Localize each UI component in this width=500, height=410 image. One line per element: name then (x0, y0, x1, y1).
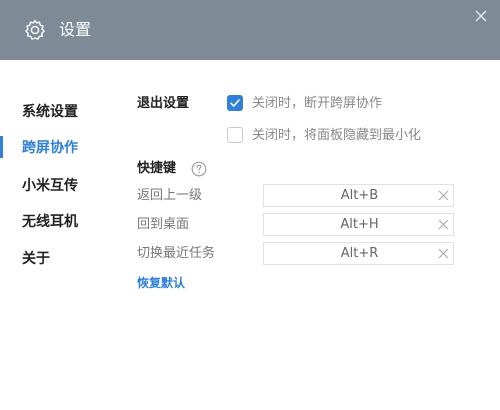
clear-icon[interactable] (438, 219, 449, 230)
question-circle-icon[interactable] (191, 161, 207, 177)
sidebar-item-mi-share[interactable]: 小米互传 (22, 176, 78, 196)
shortcut-home-label: 回到桌面 (137, 217, 190, 232)
checkmark-icon (230, 99, 240, 107)
sidebar-item-about[interactable]: 关于 (22, 249, 50, 269)
shortcut-back-field[interactable]: Alt+B (263, 184, 454, 207)
shortcut-recent-value[interactable]: Alt+R (264, 245, 455, 263)
shortcuts-label: 快捷键 (137, 161, 177, 176)
shortcut-home-value[interactable]: Alt+H (264, 216, 455, 234)
shortcut-recent-field[interactable]: Alt+R (263, 242, 454, 265)
clear-icon[interactable] (438, 190, 449, 201)
shortcut-recent-label: 切换最近任务 (137, 246, 216, 261)
minimize-on-close-checkbox[interactable] (227, 127, 243, 143)
sidebar-item-wireless-earphones[interactable]: 无线耳机 (22, 212, 78, 232)
exit-settings-label: 退出设置 (137, 96, 190, 111)
disconnect-on-close-label[interactable]: 关闭时，断开跨屏协作 (252, 95, 382, 113)
clear-icon[interactable] (438, 248, 449, 259)
shortcut-back-value[interactable]: Alt+B (264, 187, 455, 205)
gear-icon (25, 19, 45, 40)
sidebar-active-indicator (0, 136, 3, 158)
shortcut-back-label: 返回上一级 (137, 188, 203, 203)
sidebar-item-cross-screen[interactable]: 跨屏协作 (22, 138, 78, 158)
shortcut-home-field[interactable]: Alt+H (263, 213, 454, 236)
window-title: 设置 (59, 20, 92, 39)
title-bar: 设置 (0, 0, 500, 60)
minimize-on-close-label[interactable]: 关闭时，将面板隐藏到最小化 (252, 127, 421, 145)
restore-defaults-link[interactable]: 恢复默认 (137, 275, 185, 292)
disconnect-on-close-checkbox[interactable] (227, 95, 243, 111)
close-icon[interactable] (474, 9, 488, 23)
sidebar-item-system-settings[interactable]: 系统设置 (22, 102, 78, 122)
